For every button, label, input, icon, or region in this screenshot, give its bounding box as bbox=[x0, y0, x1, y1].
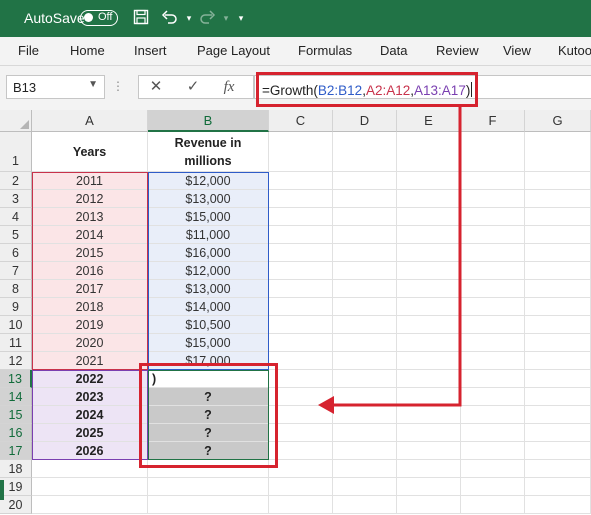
forecast-highlight-box bbox=[139, 363, 278, 468]
annotation-arrow-head bbox=[318, 396, 334, 414]
annotation-overlay bbox=[139, 106, 462, 468]
annotation-arrow-line bbox=[330, 106, 462, 407]
